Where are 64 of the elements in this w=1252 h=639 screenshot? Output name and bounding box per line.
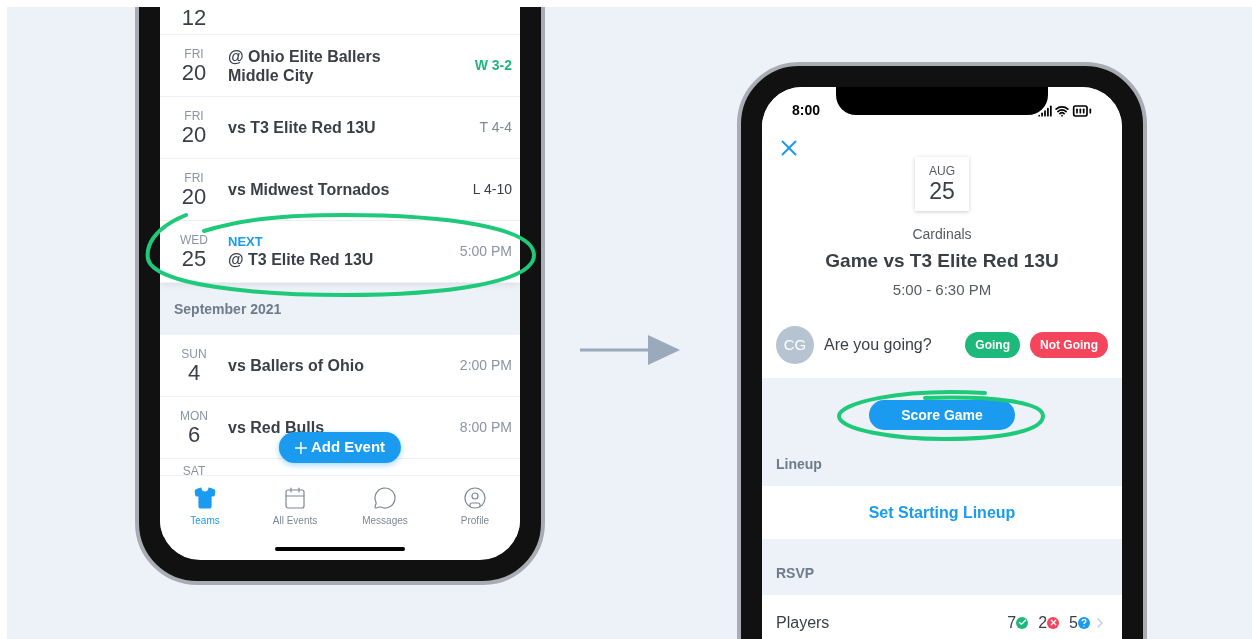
signal-icon [1038, 104, 1052, 118]
row-label: Players [776, 612, 831, 633]
calendar-icon [283, 485, 307, 510]
avatar: CG [776, 326, 814, 364]
weekday-label: MON [180, 408, 208, 423]
event-result: T 4-4 [479, 118, 512, 137]
event-time: 5:00 - 6:30 PM [892, 279, 992, 300]
weekday-label: SAT [182, 464, 206, 475]
rsvp-prompt: Are you going? [824, 335, 933, 355]
question-icon [1078, 616, 1090, 629]
wifi-icon [1055, 104, 1069, 118]
count-number: 2 [1038, 612, 1048, 633]
shirt-icon [193, 485, 217, 510]
day-number: 20 [181, 184, 207, 209]
tab-item[interactable]: Messages [340, 476, 430, 537]
event-result: W 3-2 [474, 56, 512, 75]
event-row[interactable]: 12 [160, 7, 520, 35]
event-result: 5:00 PM [459, 242, 512, 261]
count-number: 7 [1007, 612, 1017, 633]
day-number: 4 [187, 360, 201, 385]
event-title: vs T3 Elite Red 13U [228, 118, 377, 137]
day-number: 25 [929, 178, 955, 204]
person-icon [463, 485, 487, 510]
weekday-label: WED [180, 232, 208, 247]
players-row[interactable]: Players 7 2 5 [762, 595, 1122, 639]
plus-icon [294, 441, 307, 454]
score-game-button[interactable]: Score Game [869, 400, 1015, 430]
tab-item[interactable]: Teams [160, 476, 250, 537]
cross-icon [1047, 616, 1060, 629]
rsvp-button[interactable]: Not Going [1030, 332, 1108, 358]
team-name: Cardinals [912, 225, 972, 244]
speech-bubble-icon [373, 485, 397, 510]
day-number: 6 [187, 422, 201, 447]
day-number: 12 [181, 7, 207, 30]
event-title: vs Ballers of Ohio [228, 356, 366, 375]
month-header: September 2021 [174, 299, 282, 319]
event-title: @ T3 Elite Red 13U [228, 250, 375, 269]
day-number: 20 [181, 60, 207, 85]
event-result: 2:00 PM [459, 356, 512, 375]
day-number: 25 [181, 246, 207, 271]
weekday-label: SUN [181, 346, 207, 361]
weekday-label: FRI [184, 108, 204, 123]
tab-item[interactable]: Profile [430, 476, 520, 537]
event-title: @ Ohio Elite Ballers Middle City [228, 46, 382, 85]
weekday-label: FRI [184, 170, 204, 185]
status-time: 8:00 [792, 101, 821, 120]
add-event-button[interactable]: Add Event [278, 432, 402, 463]
check-icon [1016, 616, 1029, 629]
event-title: vs Midwest Tornados [228, 180, 391, 199]
day-number: 20 [181, 122, 207, 147]
section-label: Lineup [776, 456, 822, 472]
next-label: NEXT [228, 234, 264, 250]
event-result: L 4-10 [472, 180, 512, 199]
rsvp-button[interactable]: Going [965, 332, 1020, 358]
right-arrow-icon [580, 335, 680, 365]
weekday-label: FRI [184, 46, 204, 61]
section-label: RSVP [776, 565, 815, 581]
event-title: Game vs T3 Elite Red 13U [825, 249, 1059, 273]
set-lineup-link[interactable]: Set Starting Lineup [868, 500, 1016, 525]
event-result: 8:00 PM [459, 418, 512, 437]
event-row[interactable]: WED 25 NEXT @ T3 Elite Red 13U 5:00 PM [160, 221, 520, 283]
month-label: AUG [929, 164, 955, 178]
count-number: 5 [1069, 612, 1078, 633]
tab-item[interactable]: All Events [250, 476, 340, 537]
